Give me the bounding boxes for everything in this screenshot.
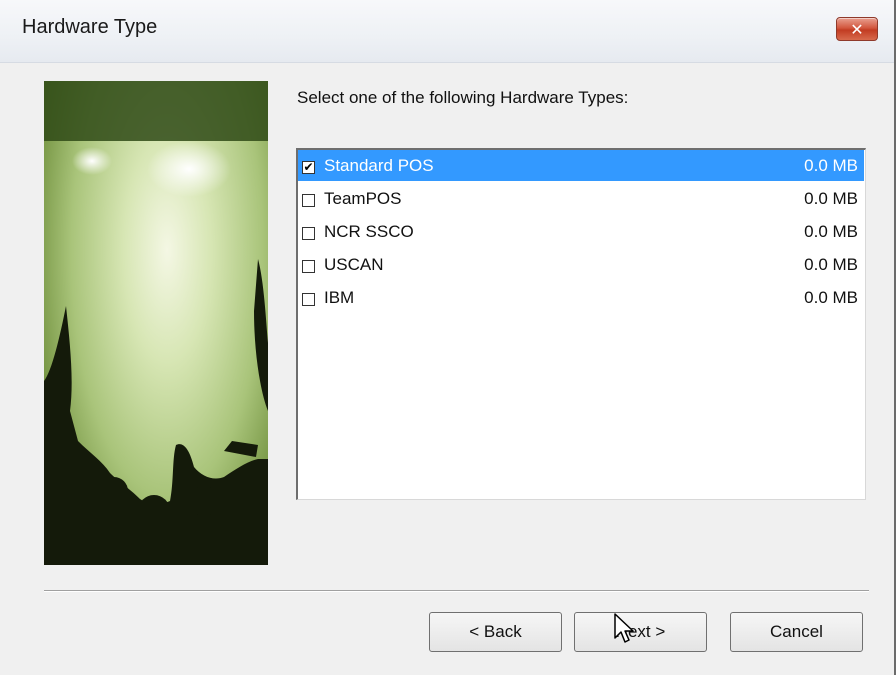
- checkmark-icon: ✔: [303, 160, 314, 174]
- instruction-text: Select one of the following Hardware Typ…: [297, 88, 629, 107]
- list-item-size: 0.0 MB: [804, 288, 858, 307]
- list-item-label: Standard POS: [324, 156, 434, 175]
- back-button[interactable]: < Back: [429, 612, 562, 652]
- list-item[interactable]: USCAN 0.0 MB: [298, 249, 864, 280]
- list-item-size: 0.0 MB: [804, 156, 858, 175]
- close-icon: ✕: [850, 19, 864, 39]
- next-button[interactable]: Next >: [574, 612, 707, 652]
- checkbox[interactable]: [302, 260, 315, 273]
- list-item-label: USCAN: [324, 255, 384, 274]
- checkbox[interactable]: [302, 293, 315, 306]
- concert-crowd-image: [44, 81, 268, 565]
- list-item-size: 0.0 MB: [804, 255, 858, 274]
- list-item[interactable]: IBM 0.0 MB: [298, 282, 864, 313]
- close-button[interactable]: ✕: [836, 17, 878, 41]
- checkbox[interactable]: ✔: [302, 161, 315, 174]
- list-item-size: 0.0 MB: [804, 222, 858, 241]
- list-item-label: TeamPOS: [324, 189, 402, 208]
- list-item-size: 0.0 MB: [804, 189, 858, 208]
- hardware-type-dialog: Hardware Type ✕ Select one of the follow…: [0, 0, 896, 675]
- divider: [44, 590, 869, 592]
- list-item[interactable]: TeamPOS 0.0 MB: [298, 183, 864, 214]
- checkbox[interactable]: [302, 227, 315, 240]
- list-item-label: NCR SSCO: [324, 222, 414, 241]
- list-item-label: IBM: [324, 288, 355, 307]
- hardware-type-list[interactable]: ✔ Standard POS 0.0 MB TeamPOS 0.0 MB NCR…: [296, 148, 866, 500]
- cancel-button[interactable]: Cancel: [730, 612, 863, 652]
- window-title: Hardware Type: [22, 16, 158, 38]
- list-item[interactable]: NCR SSCO 0.0 MB: [298, 216, 864, 247]
- mouse-pointer-icon: [613, 612, 635, 646]
- list-item[interactable]: ✔ Standard POS 0.0 MB: [298, 150, 864, 181]
- checkbox[interactable]: [302, 194, 315, 207]
- title-bar[interactable]: Hardware Type ✕: [0, 0, 894, 63]
